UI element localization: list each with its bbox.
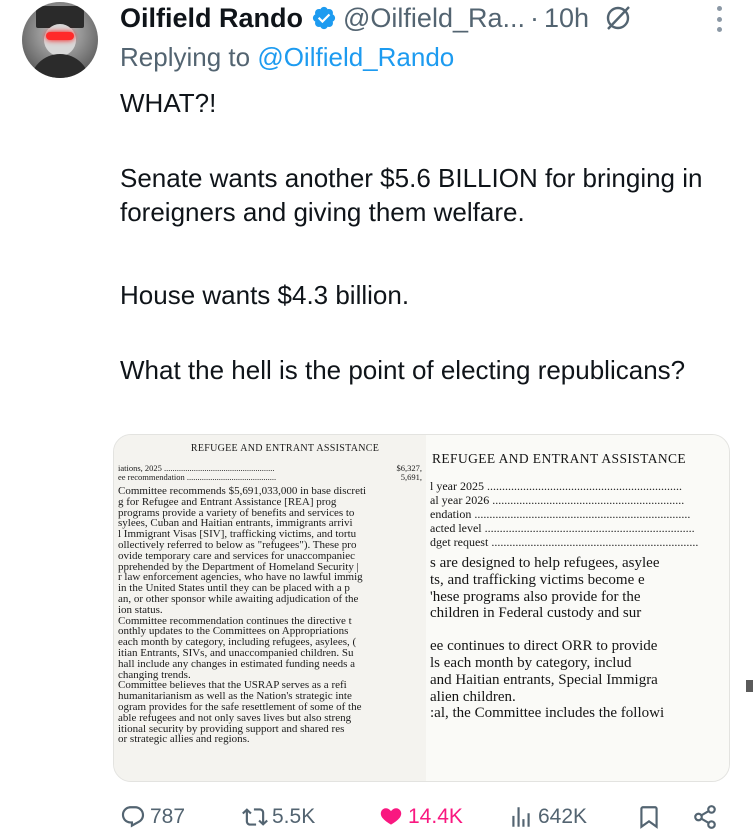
document-line: children in Federal custody and sur (430, 605, 642, 622)
separator-dot: · (530, 2, 539, 33)
reply-mention-link[interactable]: @Oilfield_Rando (257, 42, 454, 72)
reply-count: 787 (150, 805, 186, 828)
document-paragraph: ee continues to direct ORR to provide ls … (430, 638, 729, 722)
replying-to: Replying to @Oilfield_Rando (120, 42, 454, 73)
document-line: g for Refugee and Entrant Assistance [RE… (118, 495, 337, 508)
tweet-text-paragraph: House wants $4.3 billion. (120, 280, 410, 310)
document-line: al year 2026 ...........................… (430, 493, 685, 507)
document-paragraph: s are designed to help refugees, asylee t… (430, 555, 729, 622)
document-line: ee continues to direct ORR to provide (430, 638, 658, 655)
handle[interactable]: @Oilfield_Ra... (343, 3, 525, 34)
document-line: and Haitian entrants, Special Immigra (430, 671, 658, 688)
tweet-header: Oilfield Rando @Oilfield_Ra... · 10h (120, 0, 633, 36)
timestamp[interactable]: 10h (544, 3, 589, 34)
replying-to-label: Replying to (120, 42, 251, 72)
tweet-text-paragraph: WHAT?! (120, 88, 217, 118)
document-line: acted level ............................… (430, 521, 695, 535)
document-table-value: 5,691, (400, 472, 422, 482)
more-dot (716, 6, 722, 11)
bookmark-icon (640, 806, 658, 829)
like-button[interactable]: 14.4K (378, 800, 463, 834)
tweet-media-image[interactable]: REFUGEE AND ENTRANT ASSISTANCE iations, … (113, 434, 730, 782)
document-line: l year 2025 ............................… (430, 479, 682, 493)
document-line: 'hese programs also provide for the (430, 588, 641, 605)
document-line: ls each month by category, includ (430, 654, 632, 671)
document-line: ion status. (118, 603, 163, 616)
views-button[interactable]: 642K (508, 800, 587, 834)
share-button[interactable] (692, 800, 718, 834)
reply-button[interactable]: 787 (120, 800, 185, 834)
retweet-icon (242, 808, 268, 826)
avatar[interactable] (22, 2, 98, 78)
views-icon (512, 807, 530, 827)
views-count: 642K (538, 805, 588, 828)
tweet-text-paragraph: Senate wants another $5.6 BILLION for br… (120, 163, 703, 227)
bookmark-button[interactable] (636, 800, 662, 834)
document-paragraph: Committee recommends $5,691,033,000 in b… (118, 486, 422, 745)
document-scan-right: REFUGEE AND ENTRANT ASSISTANCE l year 20… (426, 435, 729, 781)
share-icon (694, 805, 716, 829)
retweet-count: 5.5K (272, 805, 316, 828)
document-line: dget request ...........................… (430, 535, 699, 549)
like-count: 14.4K (408, 805, 463, 828)
document-scan-left: REFUGEE AND ENTRANT ASSISTANCE iations, … (114, 435, 426, 781)
avatar-face (44, 24, 76, 56)
reply-icon (121, 806, 145, 828)
document-line: ts, and trafficking victims become e (430, 571, 645, 588)
document-line: an, or other sponsor while awaiting adju… (118, 592, 359, 605)
more-dot (716, 16, 722, 22)
document-line: alien children. (430, 688, 516, 705)
verified-badge-icon (312, 6, 336, 30)
display-name[interactable]: Oilfield Rando (120, 3, 303, 34)
more-options-icon[interactable] (715, 6, 723, 32)
retweet-button[interactable]: 5.5K (242, 800, 315, 834)
document-line: hall include any changes in estimated fu… (118, 657, 356, 670)
document-table: iations, 2025 ..........................… (118, 464, 422, 482)
document-title: REFUGEE AND ENTRANT ASSISTANCE (190, 443, 380, 454)
heart-icon (380, 808, 402, 825)
document-table-row: ee recommendation ......................… (118, 473, 422, 482)
action-bar: 787 5.5K 14.4K 642K (120, 800, 720, 834)
document-line: or strategic allies and regions. (118, 733, 250, 746)
document-line: s are designed to help refugees, asylee (430, 555, 660, 571)
tweet-text-paragraph: What the hell is the point of electing r… (120, 355, 686, 385)
scrollbar-thumb[interactable] (746, 680, 753, 692)
document-line: endation ...............................… (430, 507, 691, 521)
document-table-label: ee recommendation ......................… (118, 473, 277, 482)
document-title: REFUGEE AND ENTRANT ASSISTANCE (432, 451, 687, 466)
document-line: ovide temporary care and services for un… (118, 549, 355, 562)
avatar-glowing-eyes (46, 32, 74, 40)
avatar-suit (30, 54, 90, 78)
document-table: l year 2025 ............................… (430, 479, 729, 549)
document-table-label: iations, 2025 ..........................… (118, 464, 275, 473)
more-dot (716, 27, 722, 32)
document-line: :al, the Committee includes the followi (430, 705, 665, 722)
document-line: able refugees and not only saves lives b… (118, 711, 352, 724)
document-table-row: iations, 2025 ..........................… (118, 464, 422, 473)
grok-icon[interactable] (603, 3, 633, 33)
